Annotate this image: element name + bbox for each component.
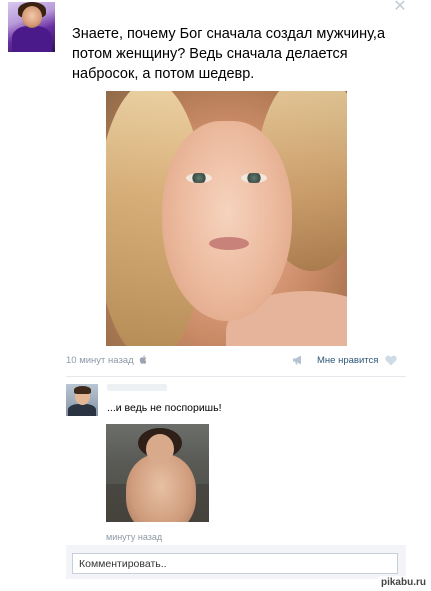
- comment-photo-head: [146, 434, 174, 464]
- photo-eye-right: [241, 173, 267, 183]
- post-time[interactable]: 10 минут назад: [66, 355, 147, 366]
- photo-eye-left: [186, 173, 212, 183]
- avatar-head: [22, 6, 42, 28]
- commenter-avatar[interactable]: [66, 384, 98, 416]
- close-icon[interactable]: ✕: [393, 0, 407, 15]
- comment-author-redacted: [107, 384, 167, 391]
- post-time-label: 10 минут назад: [66, 355, 134, 366]
- post-card: ✕ Знаете, почему Бог сначала создал мужч…: [0, 0, 431, 591]
- comment-time[interactable]: минуту назад: [106, 532, 162, 542]
- photo-lips: [209, 237, 249, 250]
- apple-icon: [140, 355, 147, 364]
- megaphone-icon[interactable]: [292, 354, 304, 366]
- like-button[interactable]: Мне нравится: [317, 355, 378, 366]
- commenter-hair: [74, 386, 91, 394]
- watermark: pikabu.ru: [377, 576, 429, 589]
- commenter-suit: [68, 404, 96, 416]
- post-text: Знаете, почему Бог сначала создал мужчин…: [72, 26, 386, 82]
- photo-face: [162, 121, 292, 321]
- comment-photo-person: [126, 454, 196, 522]
- author-avatar[interactable]: [8, 2, 55, 52]
- comment-input[interactable]: [72, 553, 398, 574]
- comment-photo[interactable]: [106, 424, 209, 522]
- post-photo[interactable]: [106, 91, 347, 346]
- avatar-body: [12, 26, 52, 52]
- comments-divider: [66, 376, 406, 377]
- heart-icon[interactable]: [385, 355, 397, 366]
- comment-text: ...и ведь не поспоришь!: [107, 402, 222, 414]
